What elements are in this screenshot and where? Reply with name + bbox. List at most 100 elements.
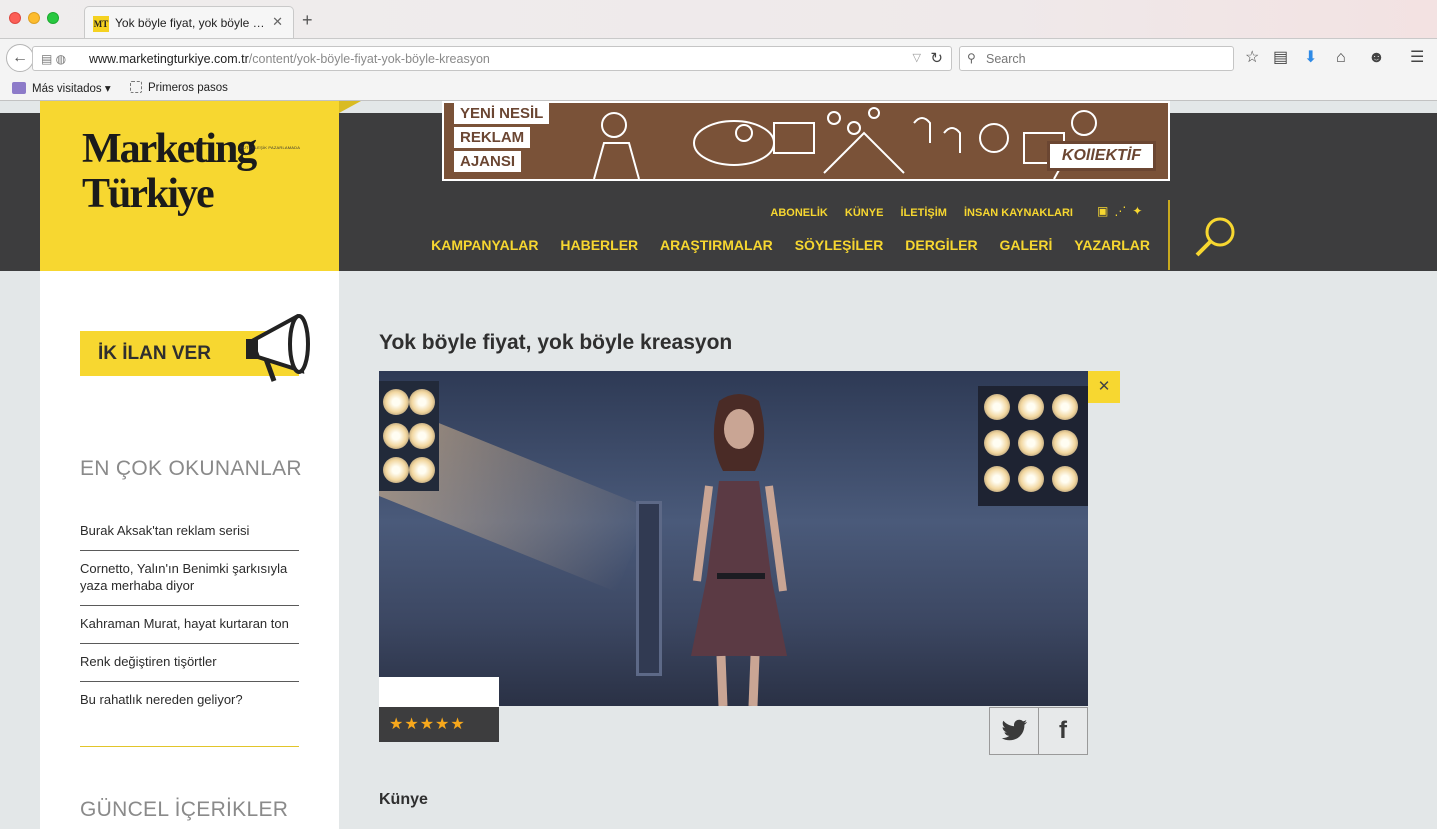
top-utility-nav: ABONELİK KÜNYE İLETİŞİM İNSAN KAYNAKLARI [756, 207, 1073, 219]
stage-bulb [1018, 430, 1044, 456]
logo-corner [339, 101, 361, 113]
twitter-bird-icon [1001, 719, 1027, 741]
nav-galeri[interactable]: GALERİ [1000, 237, 1053, 253]
star-icon[interactable]: ★ [404, 716, 419, 733]
facebook-icon[interactable]: ▣ [1097, 204, 1108, 218]
site-search-icon[interactable] [1193, 215, 1239, 259]
list-item[interactable]: Burak Aksak'tan reklam serisi [80, 513, 299, 551]
zoom-window-button[interactable] [47, 12, 59, 24]
most-read-heading: EN ÇOK OKUNANLAR [80, 457, 302, 480]
chat-icon[interactable]: ☻ [1368, 50, 1385, 66]
url-host: www.marketingturkiye.com.tr [89, 52, 249, 66]
menu-icon[interactable]: ☰ [1410, 50, 1424, 66]
banner-ad[interactable]: YENİ NESİL REKLAM AJANSI KOllEKTİF [442, 101, 1170, 181]
nav-kampanyalar[interactable]: KAMPANYALAR [431, 237, 538, 253]
star-icon[interactable]: ★ [435, 716, 450, 733]
list-item[interactable]: Bu rahatlık nereden geliyor? [80, 682, 299, 719]
favicon-icon: MT [93, 16, 109, 32]
stage-bulb [1052, 430, 1078, 456]
star-icon[interactable]: ★ [450, 716, 465, 733]
history-dropdown-icon[interactable]: ▽ [913, 51, 921, 64]
close-image-icon[interactable]: ✕ [1088, 371, 1120, 403]
ad-brand-logo: KOllEKTİF [1046, 141, 1156, 171]
bookmark-most-visited[interactable]: Más visitados ▾ [12, 81, 111, 95]
back-button[interactable]: ← [6, 44, 34, 72]
most-visited-icon [12, 82, 26, 94]
logo-word-marketing[interactable]: Marketing [82, 128, 257, 170]
stage-bulb [984, 466, 1010, 492]
page-icon [130, 81, 142, 93]
star-icon[interactable]: ★ [420, 716, 435, 733]
search-icon: ⚲ [967, 51, 976, 65]
search-placeholder: Search [986, 52, 1026, 66]
current-content-heading: GÜNCEL İÇERİKLER [80, 798, 289, 821]
stage-bulb [383, 457, 409, 483]
ik-ilan-ver-label: İK İLAN VER [98, 343, 211, 364]
stage-bulb [409, 423, 435, 449]
list-item[interactable]: Cornetto, Yalın'ın Benimki şarkısıyla ya… [80, 551, 299, 606]
main-nav: KAMPANYALAR HABERLER ARAŞTIRMALAR SÖYLEŞ… [413, 237, 1150, 253]
nav-haberler[interactable]: HABERLER [560, 237, 638, 253]
nav-kunye[interactable]: KÜNYE [845, 207, 884, 219]
browser-tab[interactable]: MT Yok böyle fiyat, yok böyle kr... ✕ [84, 6, 294, 38]
window-titlebar: MT Yok böyle fiyat, yok böyle kr... ✕ + [0, 0, 1437, 38]
close-window-button[interactable] [9, 12, 21, 24]
megaphone-icon [246, 313, 310, 382]
address-bar[interactable]: ▤ ◍ www.marketingturkiye.com.tr/content/… [32, 46, 952, 71]
minimize-window-button[interactable] [28, 12, 40, 24]
nav-divider [1168, 200, 1170, 270]
rss-icon[interactable]: ⋰ [1114, 204, 1126, 218]
stage-frame [636, 501, 662, 676]
search-box[interactable]: ⚲ Search [959, 46, 1234, 71]
nav-arastirmalar[interactable]: ARAŞTIRMALAR [660, 237, 773, 253]
stage-bulb [409, 457, 435, 483]
list-item[interactable]: Kahraman Murat, hayat kurtaran ton [80, 606, 299, 644]
sidebar: İK İLAN VER EN ÇOK OKUNANLAR Burak Aksak… [40, 271, 339, 829]
star-icon[interactable]: ★ [389, 716, 404, 733]
header-social-links: ▣ ⋰ ✦ [1097, 204, 1148, 218]
article-hero-image[interactable] [379, 371, 1088, 706]
nav-soylesiler[interactable]: SÖYLEŞİLER [795, 237, 884, 253]
sidebar-divider [80, 746, 299, 747]
stage-bulb [409, 389, 435, 415]
twitter-share-button[interactable] [989, 707, 1039, 755]
facebook-share-button[interactable]: f [1038, 707, 1088, 755]
stage-bulb [383, 423, 409, 449]
tab-close-icon[interactable]: ✕ [272, 14, 283, 30]
most-read-list: Burak Aksak'tan reklam serisi Cornetto, … [80, 513, 299, 719]
twitter-icon[interactable]: ✦ [1132, 204, 1142, 218]
stage-bulb [1052, 466, 1078, 492]
reload-icon[interactable]: ↻ [930, 49, 943, 67]
nav-insan-kaynaklari[interactable]: İNSAN KAYNAKLARI [964, 207, 1073, 219]
reading-list-icon[interactable]: ▤ [1273, 50, 1288, 66]
logo-tagline: BÜTÜNLEŞİK PAZARLAMADA [240, 145, 301, 150]
list-item[interactable]: Renk değiştiren tişörtler [80, 644, 299, 682]
bookmarks-bar: Más visitados ▾ Primeros pasos [0, 77, 1437, 101]
stage-bulb [1018, 466, 1044, 492]
stage-bulb [383, 389, 409, 415]
stage-lights-left [379, 381, 439, 491]
home-icon[interactable]: ⌂ [1336, 50, 1346, 66]
article-title: Yok böyle fiyat, yok böyle kreasyon [379, 331, 733, 354]
bookmark-first-steps[interactable]: Primeros pasos [130, 81, 228, 94]
downloads-icon[interactable]: ⬇ [1304, 50, 1317, 66]
nav-abonelik[interactable]: ABONELİK [770, 207, 827, 219]
nav-yazarlar[interactable]: YAZARLAR [1074, 237, 1150, 253]
page-info-icon[interactable]: ▤ ◍ [41, 52, 66, 66]
stage-bulb [984, 430, 1010, 456]
browser-toolbar: ← ▤ ◍ www.marketingturkiye.com.tr/conten… [0, 38, 1437, 77]
logo-word-turkiye[interactable]: Türkiye [82, 173, 215, 215]
bookmark-star-icon[interactable]: ☆ [1245, 50, 1259, 66]
new-tab-button[interactable]: + [302, 11, 313, 29]
rating-label-box [379, 677, 499, 707]
ad-headline: YENİ NESİL REKLAM AJANSI [454, 103, 554, 175]
nav-dergiler[interactable]: DERGİLER [905, 237, 977, 253]
star-rating[interactable]: ★★★★★ [379, 707, 499, 742]
facebook-share-icon: f [1059, 717, 1067, 744]
stage-bulb [1052, 394, 1078, 420]
nav-iletisim[interactable]: İLETİŞİM [900, 207, 946, 219]
stage-bulb [984, 394, 1010, 420]
url-path: /content/yok-böyle-fiyat-yok-böyle-kreas… [248, 52, 490, 66]
stage-bulb [1018, 394, 1044, 420]
tab-title: Yok böyle fiyat, yok böyle kr... [115, 16, 265, 30]
